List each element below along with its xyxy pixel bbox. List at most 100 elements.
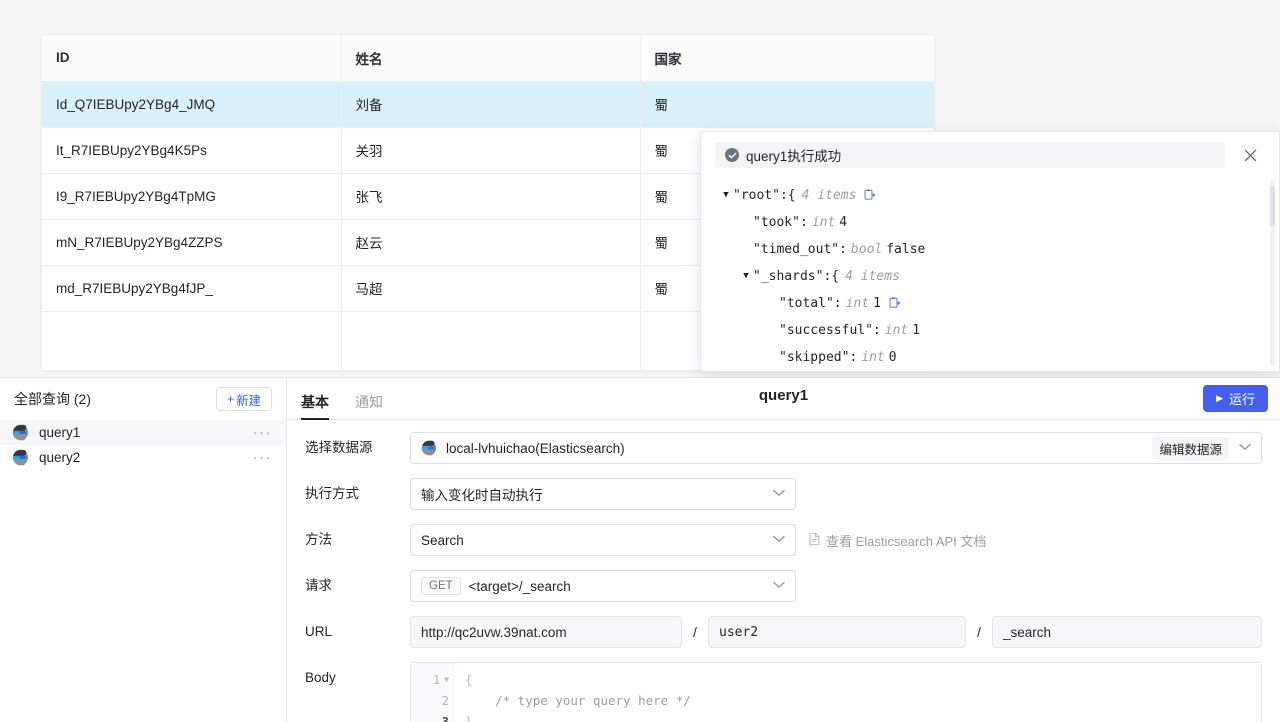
cell-name: 赵云 bbox=[341, 219, 641, 266]
json-row-root[interactable]: ▼ "root" : { 4 items bbox=[719, 182, 1279, 209]
json-row-shards[interactable]: ▼ "_shards" : { 4 items bbox=[719, 263, 1279, 290]
editor-content[interactable]: { /* type your query here */ } bbox=[455, 663, 1261, 722]
play-icon: ▶ bbox=[1216, 393, 1223, 403]
label-url: URL bbox=[305, 624, 333, 639]
body-code-editor[interactable]: 1 ▼ 2 3 {/* type your query here */} bbox=[410, 662, 1262, 722]
gutter-line: 3 bbox=[411, 711, 455, 722]
json-row-skipped[interactable]: "skipped" : int 0 bbox=[719, 344, 1279, 371]
more-options-icon[interactable]: ··· bbox=[253, 450, 273, 465]
status-badge: query1执行成功 bbox=[715, 142, 1225, 168]
cell-id: It_R7IEBUpy2YBg4K5Ps bbox=[42, 127, 342, 174]
field-row-body: Body 1 ▼ 2 3 {/* type your query here *… bbox=[305, 662, 1262, 722]
json-type: int bbox=[811, 215, 836, 230]
label-body: Body bbox=[305, 670, 336, 685]
chevron-down-icon[interactable]: ▼ bbox=[719, 191, 733, 200]
chevron-down-icon[interactable] bbox=[773, 489, 785, 500]
api-doc-link[interactable]: 查看 Elasticsearch API 文档 bbox=[808, 531, 986, 550]
status-text: query1执行成功 bbox=[746, 149, 842, 164]
chevron-down-icon[interactable] bbox=[773, 535, 785, 546]
line-number: 1 bbox=[432, 672, 441, 687]
edit-datasource-button[interactable]: 编辑数据源 bbox=[1152, 436, 1229, 460]
json-item-count: 4 items bbox=[801, 188, 857, 203]
cell-name: 关羽 bbox=[341, 127, 641, 174]
json-item-count: 4 items bbox=[845, 269, 900, 284]
run-button[interactable]: ▶ 运行 bbox=[1203, 385, 1268, 412]
close-icon[interactable] bbox=[1235, 140, 1265, 170]
fold-icon[interactable]: ▼ bbox=[444, 675, 449, 684]
cell-id: mN_R7IEBUpy2YBg4ZZPS bbox=[42, 219, 342, 266]
request-value: <target>/_search bbox=[468, 578, 571, 594]
method-select[interactable]: Search bbox=[410, 524, 796, 556]
field-row-url: URL http://qc2uvw.39nat.com / user2 / _s… bbox=[305, 616, 1262, 648]
json-colon: : bbox=[833, 296, 842, 311]
document-icon bbox=[808, 532, 821, 549]
json-key: "successful" bbox=[779, 323, 873, 338]
column-header-id[interactable]: ID bbox=[42, 35, 342, 82]
cell-id: Id_Q7IEBUpy2YBg4_JMQ bbox=[42, 81, 342, 128]
check-circle-icon bbox=[725, 148, 739, 162]
json-colon: : bbox=[872, 323, 881, 338]
datasource-select[interactable]: local-lvhuichao(Elasticsearch) 编辑数据源 bbox=[410, 432, 1262, 464]
elasticsearch-icon bbox=[12, 449, 29, 466]
tab-basic[interactable]: 基本 bbox=[301, 392, 329, 420]
query-form: 基本 通知 query1 ▶ 运行 选择数据源 local-lvhuichao(… bbox=[287, 378, 1280, 722]
plus-icon: + bbox=[226, 392, 234, 406]
table-row[interactable]: Id_Q7IEBUpy2YBg4_JMQ 刘备 蜀 bbox=[42, 81, 934, 128]
column-header-name[interactable]: 姓名 bbox=[341, 35, 641, 82]
json-key: "timed_out" bbox=[753, 242, 840, 257]
sidebar-item-label: query2 bbox=[39, 450, 81, 465]
json-brace: { bbox=[787, 188, 796, 203]
label-run-mode: 执行方式 bbox=[305, 486, 359, 501]
url-suffix-input[interactable]: _search bbox=[992, 616, 1262, 648]
run-mode-value: 输入变化时自动执行 bbox=[421, 488, 543, 503]
table-header-row: ID 姓名 国家 bbox=[42, 35, 934, 82]
chevron-down-icon[interactable] bbox=[773, 581, 785, 592]
field-row-request: 请求 GET <target>/_search bbox=[305, 570, 1262, 602]
json-colon: : bbox=[823, 269, 832, 284]
copy-icon[interactable] bbox=[888, 297, 901, 310]
json-colon: : bbox=[779, 188, 788, 203]
json-value: 0 bbox=[888, 350, 897, 365]
chevron-down-icon[interactable] bbox=[1239, 443, 1251, 454]
json-key: "skipped" bbox=[779, 350, 850, 365]
url-index-input[interactable]: user2 bbox=[708, 616, 966, 648]
run-mode-select[interactable]: 输入变化时自动执行 bbox=[410, 478, 796, 510]
cell-name: 张飞 bbox=[341, 173, 641, 220]
json-value: 1 bbox=[873, 296, 881, 311]
query-sidebar-title: 全部查询 (2) bbox=[14, 391, 91, 407]
elasticsearch-icon bbox=[421, 440, 438, 457]
new-query-button[interactable]: + 新建 bbox=[215, 387, 272, 411]
gutter-line: 2 bbox=[411, 690, 455, 711]
cell-id: I9_R7IEBUpy2YBg4TpMG bbox=[42, 173, 342, 220]
json-row-total[interactable]: "total" : int 1 bbox=[719, 290, 1279, 317]
chevron-down-icon[interactable]: ▼ bbox=[739, 272, 753, 281]
json-row-timed-out[interactable]: "timed_out" : bool false bbox=[719, 236, 1279, 263]
json-row-successful[interactable]: "successful" : int 1 bbox=[719, 317, 1279, 344]
json-type: int bbox=[861, 350, 885, 365]
url-index-value: user2 bbox=[719, 624, 759, 640]
sidebar-item-query1[interactable]: query1 ··· bbox=[0, 420, 286, 445]
copy-icon[interactable] bbox=[863, 189, 876, 202]
url-base-value: http://qc2uvw.39nat.com bbox=[421, 624, 567, 640]
page-title: query1 bbox=[758, 387, 809, 404]
url-suffix-value: _search bbox=[1003, 624, 1052, 640]
query-form-header: 基本 通知 query1 ▶ 运行 bbox=[287, 378, 1280, 420]
sidebar-item-query2[interactable]: query2 ··· bbox=[0, 445, 286, 470]
cell-country: 蜀 bbox=[640, 81, 934, 128]
json-type: int bbox=[845, 296, 870, 311]
line-number: 3 bbox=[441, 714, 449, 722]
json-value: false bbox=[886, 242, 926, 257]
popup-scrollbar-thumb[interactable] bbox=[1270, 186, 1275, 226]
column-header-country[interactable]: 国家 bbox=[640, 35, 934, 82]
tab-notification[interactable]: 通知 bbox=[355, 392, 383, 419]
editor-gutter: 1 ▼ 2 3 bbox=[411, 663, 455, 722]
gutter-line: 1 ▼ bbox=[411, 669, 455, 690]
url-base-input[interactable]: http://qc2uvw.39nat.com bbox=[410, 616, 682, 648]
json-row-took[interactable]: "took" : int 4 bbox=[719, 209, 1279, 236]
url-separator-1: / bbox=[693, 624, 697, 640]
more-options-icon[interactable]: ··· bbox=[253, 425, 273, 440]
cell-name: 马超 bbox=[341, 265, 641, 312]
json-value: 4 bbox=[839, 215, 848, 230]
code-line: } bbox=[465, 714, 473, 722]
request-select[interactable]: GET <target>/_search bbox=[410, 570, 796, 602]
